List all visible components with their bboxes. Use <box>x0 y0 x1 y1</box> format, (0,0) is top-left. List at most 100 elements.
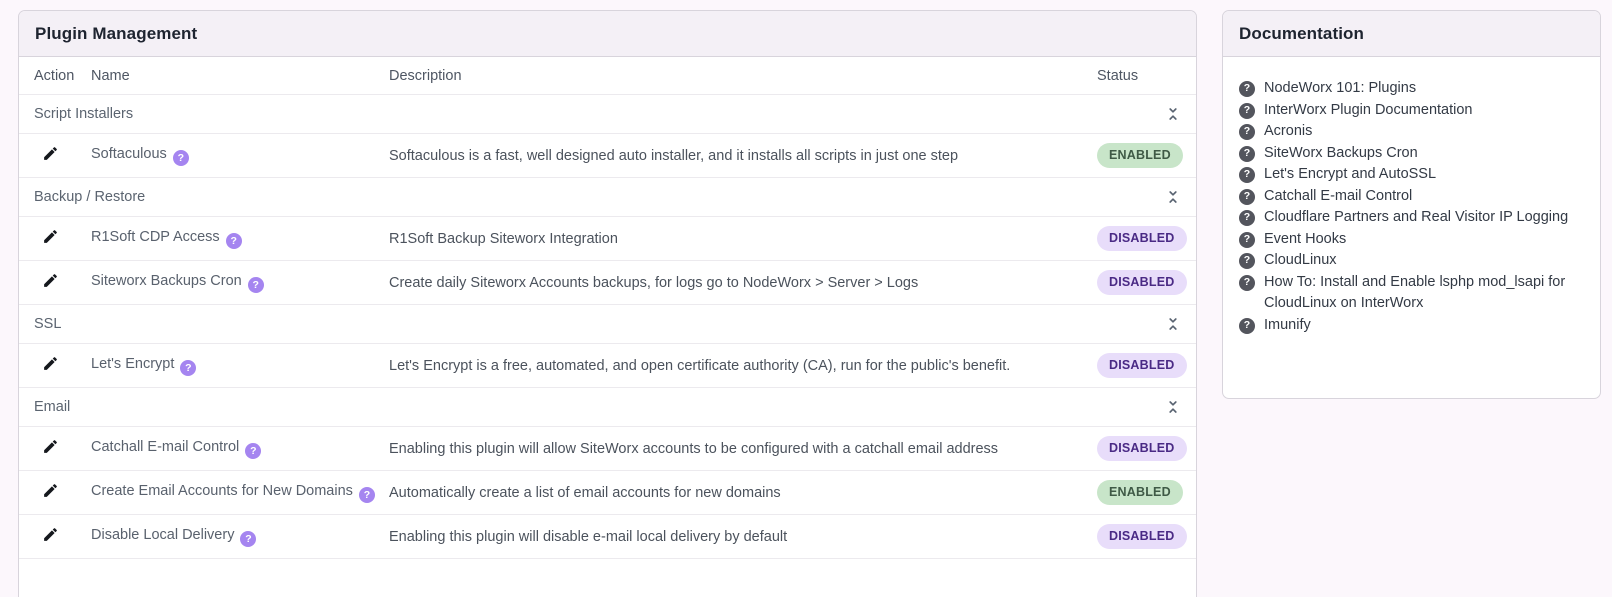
column-header-name: Name <box>91 67 130 84</box>
doc-link-label: How To: Install and Enable lsphp mod_lsa… <box>1264 273 1566 312</box>
table-header-row: Action Name Description Status <box>19 57 1196 95</box>
column-header-description: Description <box>389 67 462 84</box>
plugin-name: Catchall E-mail Control <box>91 438 240 455</box>
page-title: Plugin Management <box>35 23 198 43</box>
plugin-help-icon[interactable]: ? <box>225 232 242 249</box>
plugin-status-cell: ENABLED <box>1089 139 1196 172</box>
doc-link-label: NodeWorx 101: Plugins <box>1264 80 1417 96</box>
plugin-description: Enabling this plugin will disable e-mail… <box>389 528 788 545</box>
plugin-action-cell <box>19 224 91 254</box>
plugin-name: Softaculous <box>91 145 167 162</box>
documentation-link[interactable]: ? CloudLinux <box>1239 250 1586 272</box>
documentation-link[interactable]: ? Catchall E-mail Control <box>1239 186 1586 208</box>
plugin-row: Siteworx Backups Cron? Create daily Site… <box>19 261 1196 305</box>
documentation-link[interactable]: ? InterWorx Plugin Documentation <box>1239 100 1586 122</box>
doc-link-label: Catchall E-mail Control <box>1264 187 1413 204</box>
plugin-name: Siteworx Backups Cron <box>91 272 242 289</box>
plugin-row: Catchall E-mail Control? Enabling this p… <box>19 427 1196 471</box>
collapse-section-icon[interactable] <box>1164 398 1182 416</box>
documentation-link[interactable]: ? SiteWorx Backups Cron <box>1239 143 1586 165</box>
documentation-link[interactable]: ? Imunify <box>1239 315 1586 337</box>
status-badge: DISABLED <box>1097 353 1187 378</box>
plugin-status-cell: ENABLED <box>1089 476 1196 509</box>
doc-link-label: Imunify <box>1264 316 1311 333</box>
plugin-action-cell <box>19 522 91 552</box>
edit-pencil-icon[interactable] <box>41 355 59 373</box>
doc-help-icon: ? <box>1239 167 1255 183</box>
documentation-link[interactable]: ? How To: Install and Enable lsphp mod_l… <box>1239 272 1586 315</box>
plugin-row: Disable Local Delivery? Enabling this pl… <box>19 515 1196 559</box>
edit-pencil-icon[interactable] <box>41 228 59 246</box>
documentation-link[interactable]: ? Event Hooks <box>1239 229 1586 251</box>
section-row: SSL <box>19 305 1196 344</box>
plugin-status-cell: DISABLED <box>1089 222 1196 255</box>
doc-help-icon: ? <box>1239 210 1255 226</box>
plugin-status-cell: DISABLED <box>1089 520 1196 553</box>
plugin-action-cell <box>19 478 91 508</box>
section-label: SSL <box>34 316 62 332</box>
column-header-status: Status <box>1097 67 1139 84</box>
section-row: Script Installers <box>19 95 1196 134</box>
doc-link-label: Event Hooks <box>1264 230 1347 247</box>
edit-pencil-icon[interactable] <box>41 438 59 456</box>
plugin-row: Create Email Accounts for New Domains? A… <box>19 471 1196 515</box>
plugin-help-icon[interactable]: ? <box>358 486 375 503</box>
section-label: Backup / Restore <box>34 189 146 205</box>
plugin-table-body: Script Installers Softaculous? Softaculo… <box>19 95 1196 559</box>
plugin-description: Enabling this plugin will allow SiteWorx… <box>389 440 999 457</box>
doc-link-label: Let's Encrypt and AutoSSL <box>1264 166 1437 182</box>
edit-pencil-icon[interactable] <box>41 526 59 544</box>
collapse-section-icon[interactable] <box>1164 315 1182 333</box>
doc-help-icon: ? <box>1239 188 1255 205</box>
edit-pencil-icon[interactable] <box>41 145 59 163</box>
plugin-action-cell <box>19 141 91 171</box>
doc-help-icon: ? <box>1239 253 1255 269</box>
plugin-name-cell: Softaculous? <box>91 142 389 170</box>
plugin-description: Softaculous is a fast, well designed aut… <box>389 147 959 164</box>
plugin-name-cell: Create Email Accounts for New Domains? <box>91 479 389 507</box>
collapse-section-icon[interactable] <box>1164 188 1182 206</box>
plugin-name: Let's Encrypt <box>91 355 175 372</box>
section-label: Email <box>34 399 71 415</box>
plugin-help-icon[interactable]: ? <box>240 530 257 547</box>
documentation-link[interactable]: ? Acronis <box>1239 121 1586 143</box>
documentation-link-list: ? NodeWorx 101: Plugins ? InterWorx Plug… <box>1223 57 1600 350</box>
plugin-management-panel: Plugin Management Action Name Descriptio… <box>18 10 1197 597</box>
plugin-help-icon[interactable]: ? <box>180 359 197 376</box>
plugin-panel-header: Plugin Management <box>19 11 1196 57</box>
documentation-panel-header: Documentation <box>1223 11 1600 57</box>
documentation-link[interactable]: ? Cloudflare Partners and Real Visitor I… <box>1239 207 1586 229</box>
documentation-panel: Documentation ? NodeWorx 101: Plugins ? … <box>1222 10 1601 399</box>
plugin-row: Softaculous? Softaculous is a fast, well… <box>19 134 1196 178</box>
plugin-help-icon[interactable]: ? <box>245 442 262 459</box>
doc-link-label: SiteWorx Backups Cron <box>1264 144 1418 161</box>
plugin-name-cell: Let's Encrypt? <box>91 352 389 380</box>
status-badge: DISABLED <box>1097 270 1187 295</box>
plugin-row: R1Soft CDP Access? R1Soft Backup Sitewor… <box>19 217 1196 261</box>
plugin-help-icon[interactable]: ? <box>247 276 264 293</box>
plugin-status-cell: DISABLED <box>1089 266 1196 299</box>
documentation-link[interactable]: ? NodeWorx 101: Plugins <box>1239 78 1586 100</box>
plugin-name-cell: R1Soft CDP Access? <box>91 225 389 253</box>
doc-link-label: Cloudflare Partners and Real Visitor IP … <box>1264 209 1569 225</box>
doc-link-label: CloudLinux <box>1264 252 1337 268</box>
section-row: Backup / Restore <box>19 178 1196 217</box>
edit-pencil-icon[interactable] <box>41 272 59 290</box>
column-header-action: Action <box>34 67 75 84</box>
edit-pencil-icon[interactable] <box>41 482 59 500</box>
plugin-name: R1Soft CDP Access <box>91 228 220 245</box>
doc-help-icon: ? <box>1239 317 1255 334</box>
plugin-name: Create Email Accounts for New Domains <box>91 482 353 499</box>
collapse-section-icon[interactable] <box>1164 105 1182 123</box>
plugin-name-cell: Siteworx Backups Cron? <box>91 269 389 297</box>
doc-link-label: InterWorx Plugin Documentation <box>1264 101 1473 118</box>
doc-help-icon: ? <box>1239 145 1255 162</box>
doc-help-icon: ? <box>1239 102 1255 119</box>
section-row: Email <box>19 388 1196 427</box>
plugin-status-cell: DISABLED <box>1089 349 1196 382</box>
plugin-help-icon[interactable]: ? <box>172 149 189 166</box>
plugin-description: Create daily Siteworx Accounts backups, … <box>389 274 919 291</box>
plugin-status-cell: DISABLED <box>1089 432 1196 465</box>
plugin-name: Disable Local Delivery <box>91 526 235 543</box>
documentation-link[interactable]: ? Let's Encrypt and AutoSSL <box>1239 164 1586 186</box>
